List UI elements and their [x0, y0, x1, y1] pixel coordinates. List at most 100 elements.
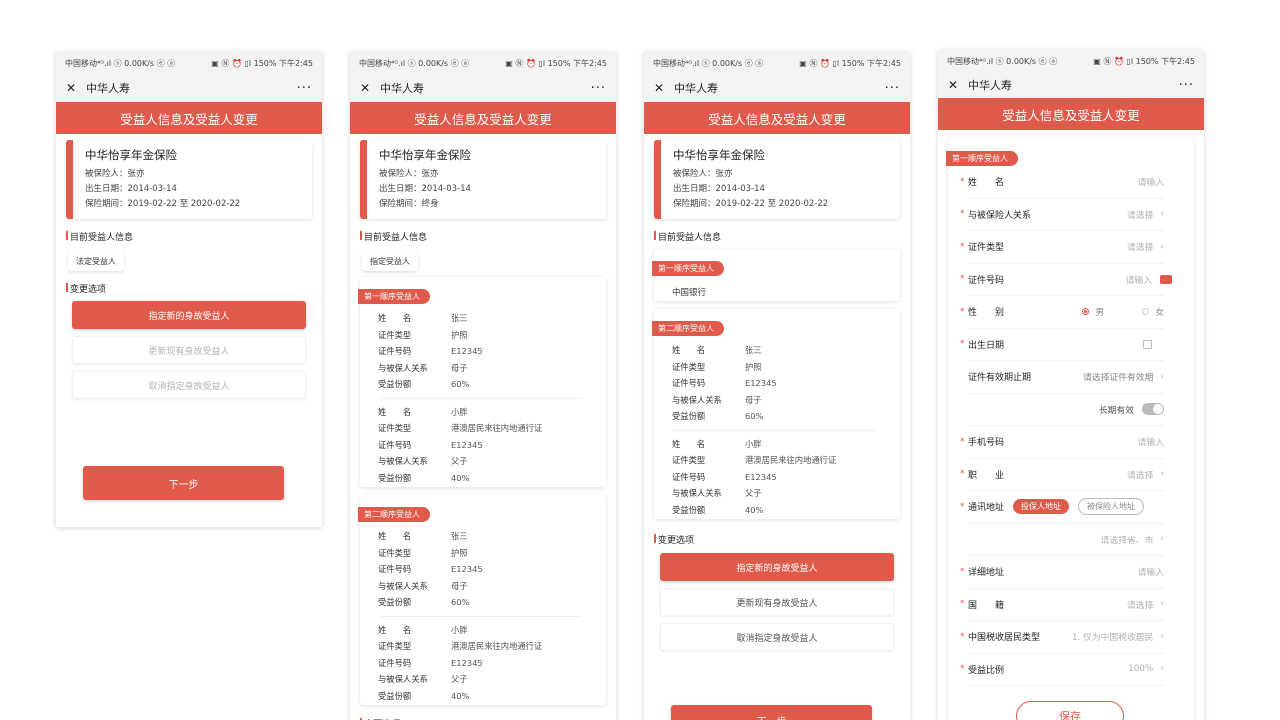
next-button[interactable]: 下一步 — [671, 705, 872, 720]
beneficiary-form: 第一顺序受益人 * 姓 名请输入 * 与被保险人关系 请选择 › * 证件类型 请选择 › *… — [946, 138, 1194, 720]
long-term-field: 长期有效 — [968, 394, 1164, 426]
address-field: * 通讯地址 投保人地址 被保险人地址 — [960, 491, 1164, 524]
chevron-right-icon: › — [1160, 631, 1164, 642]
option-cancel-beneficiary-button[interactable]: 取消指定身故受益人 — [72, 371, 306, 399]
status-left: 中国移动⁴ᴳ.ıl ⓢ 0.00K/s ⓔ ⓐ — [359, 58, 470, 68]
radio-male[interactable] — [1082, 308, 1090, 316]
detail-address-input[interactable]: 请输入 — [1138, 565, 1164, 578]
policy-insured: 被保险人：张亦 — [673, 169, 733, 179]
screen-4: 中国移动⁴ᴳ.ıl ⓢ 0.00K/s ⓔ ⓐ ▣ Ⓝ ⏰ ▯l 150% 下午… — [938, 50, 1204, 720]
divider — [672, 429, 876, 431]
list-item: 受益份额 40% — [378, 472, 470, 483]
close-icon[interactable]: ✕ — [948, 78, 964, 92]
name-field[interactable]: * 姓 名请输入 — [960, 166, 1164, 199]
option-update-beneficiary-button[interactable]: 更新现有身故受益人 — [72, 336, 306, 364]
page-title: 受益人信息及受益人变更 — [350, 102, 616, 134]
id-type-field[interactable]: * 证件类型 请选择 › — [960, 231, 1164, 264]
female-label: 女 — [1155, 308, 1164, 319]
screen-2: 中国移动⁴ᴳ.ıl ⓢ 0.00K/s ⓔ ⓐ ▣ Ⓝ ⏰ ▯l 150% 下午… — [350, 52, 616, 720]
policy-birth: 出生日期：2014-03-14 — [673, 184, 765, 194]
list-item: 姓 名小胖 — [378, 406, 468, 417]
calendar-icon[interactable] — [1143, 339, 1152, 349]
status-bar: 中国移动⁴ᴳ.ıl ⓢ 0.00K/s ⓔ ⓐ ▣ Ⓝ ⏰ ▯l 150% 下午… — [644, 52, 910, 74]
option-new-beneficiary-button[interactable]: 指定新的身故受益人 — [660, 553, 894, 581]
radio-female[interactable] — [1142, 308, 1150, 316]
more-icon[interactable]: ··· — [885, 81, 900, 96]
chevron-right-icon: › — [1160, 371, 1164, 382]
relation-field[interactable]: * 与被保险人关系 请选择 › — [960, 199, 1164, 231]
male-label: 男 — [1095, 308, 1105, 319]
list-item: 与被保人关系 母子 — [378, 580, 468, 591]
list-item: 与被保人关系 父子 — [378, 674, 468, 685]
id-validity-field[interactable]: 证件有效期止期 请选择证件有效期 › — [968, 361, 1164, 394]
name-input[interactable]: 请输入 — [1138, 175, 1164, 188]
section-change-options: 变更选项 — [56, 282, 322, 295]
job-field[interactable]: * 职 业请选择 › — [960, 459, 1164, 491]
birth-date-field[interactable]: * 出生日期 — [960, 329, 1164, 361]
bank-name: 中国银行 — [672, 288, 707, 298]
more-icon[interactable]: ··· — [297, 81, 312, 96]
option-update-beneficiary-button[interactable]: 更新现有身故受益人 — [660, 588, 894, 616]
title-bar: ✕ 中华人寿 ··· — [938, 72, 1204, 98]
list-item: 证件类型 港澳居民来往内地通行证 — [378, 423, 543, 434]
region-field[interactable]: 请选择省、市 › — [968, 524, 1164, 556]
nationality-field[interactable]: * 国 籍请选择 › — [960, 589, 1164, 621]
page-title: 受益人信息及受益人变更 — [938, 98, 1204, 130]
policy-period: 保险期间：2019-02-22 至 2020-02-22 — [85, 199, 241, 209]
option-new-beneficiary-button[interactable]: 指定新的身故受益人 — [72, 301, 306, 329]
id-number-field[interactable]: * 证件号码 请输入 — [960, 264, 1172, 296]
status-bar: 中国移动⁴ᴳ.ıl ⓢ 0.00K/s ⓔ ⓐ ▣ Ⓝ ⏰ ▯l 150% 下午… — [938, 50, 1204, 72]
id-number-input[interactable]: 请输入 — [1126, 273, 1152, 286]
status-bar: 中国移动⁴ᴳ.ıl ⓢ 0.00K/s ⓔ ⓐ ▣ Ⓝ ⏰ ▯l 150% 下午… — [350, 52, 616, 74]
app-title: 中华人寿 — [380, 82, 424, 95]
list-item: 证件类型 护照 — [672, 361, 762, 372]
camera-icon[interactable] — [1160, 274, 1172, 284]
benefit-ratio-field[interactable]: * 受益比例 100% › — [960, 654, 1164, 686]
title-bar: ✕ 中华人寿 ··· — [56, 74, 322, 102]
app-title: 中华人寿 — [86, 82, 130, 95]
section-change-options: 变更选项 — [644, 533, 910, 546]
page-title: 受益人信息及受益人变更 — [644, 102, 910, 134]
next-button[interactable]: 下一步 — [83, 466, 284, 500]
more-icon[interactable]: ··· — [591, 81, 606, 96]
chevron-right-icon: › — [1160, 664, 1164, 675]
policyholder-address-button[interactable]: 投保人地址 — [1013, 499, 1070, 515]
policy-insured: 被保险人：张亦 — [379, 169, 439, 179]
phone-input[interactable]: 请输入 — [1138, 435, 1164, 448]
long-term-toggle[interactable] — [1142, 403, 1164, 416]
second-order-ribbon: 第二顺序受益人 — [652, 321, 724, 336]
app-title: 中华人寿 — [968, 79, 1012, 92]
close-icon[interactable]: ✕ — [654, 81, 670, 95]
list-item: 证件类型 港澳居民来往内地通行证 — [378, 641, 543, 652]
second-order-ribbon: 第二顺序受益人 — [358, 507, 430, 522]
close-icon[interactable]: ✕ — [360, 81, 376, 95]
chevron-right-icon: › — [1160, 241, 1164, 252]
policy-name: 中华怡享年金保险 — [673, 148, 765, 162]
policy-name: 中华怡享年金保险 — [85, 148, 177, 162]
status-left: 中国移动⁴ᴳ.ıl ⓢ 0.00K/s ⓔ ⓐ — [653, 58, 764, 68]
first-order-card: 第一顺序受益人 姓 名张三 证件类型 护照 证件号码 E12345 与被保人关系 母子… — [358, 277, 606, 487]
detail-address-field[interactable]: * 详细地址 请输入 — [960, 556, 1164, 589]
chevron-right-icon: › — [1160, 469, 1164, 480]
close-icon[interactable]: ✕ — [66, 81, 82, 95]
screen-1: 中国移动⁴ᴳ.ıl ⓢ 0.00K/s ⓔ ⓐ ▣ Ⓝ ⏰ ▯l 150% 下午… — [56, 52, 322, 527]
list-item: 证件号码 E12345 — [378, 564, 483, 575]
list-item: 受益份额 40% — [378, 690, 470, 701]
list-item: 证件类型 护照 — [378, 329, 468, 340]
list-item: 受益份额 60% — [378, 379, 470, 390]
tax-resident-field[interactable]: * 中国税收居民类型 1. 仅为中国税收居民 › — [960, 621, 1164, 654]
status-bar: 中国移动⁴ᴳ.ıl ⓢ 0.00K/s ⓔ ⓐ ▣ Ⓝ ⏰ ▯l 150% 下午… — [56, 52, 322, 74]
status-right: ▣ Ⓝ ⏰ ▯l 150% 下午2:45 — [505, 58, 607, 68]
gender-field: * 性 别 男 女 — [960, 296, 1164, 329]
list-item: 姓 名张三 — [378, 531, 468, 542]
section-current-beneficiary: 目前受益人信息 — [350, 230, 616, 243]
option-cancel-beneficiary-button[interactable]: 取消指定身故受益人 — [660, 623, 894, 651]
more-icon[interactable]: ··· — [1179, 78, 1194, 93]
save-button[interactable]: 保存 — [1016, 701, 1124, 720]
legal-beneficiary-tag: 法定受益人 — [68, 252, 124, 271]
list-item: 受益份额 40% — [672, 504, 764, 515]
list-item: 与被保人关系 母子 — [672, 394, 762, 405]
insured-address-button[interactable]: 被保险人地址 — [1078, 498, 1145, 516]
phone-field[interactable]: * 手机号码 请输入 — [960, 426, 1164, 459]
list-item: 证件号码 E12345 — [378, 439, 483, 450]
